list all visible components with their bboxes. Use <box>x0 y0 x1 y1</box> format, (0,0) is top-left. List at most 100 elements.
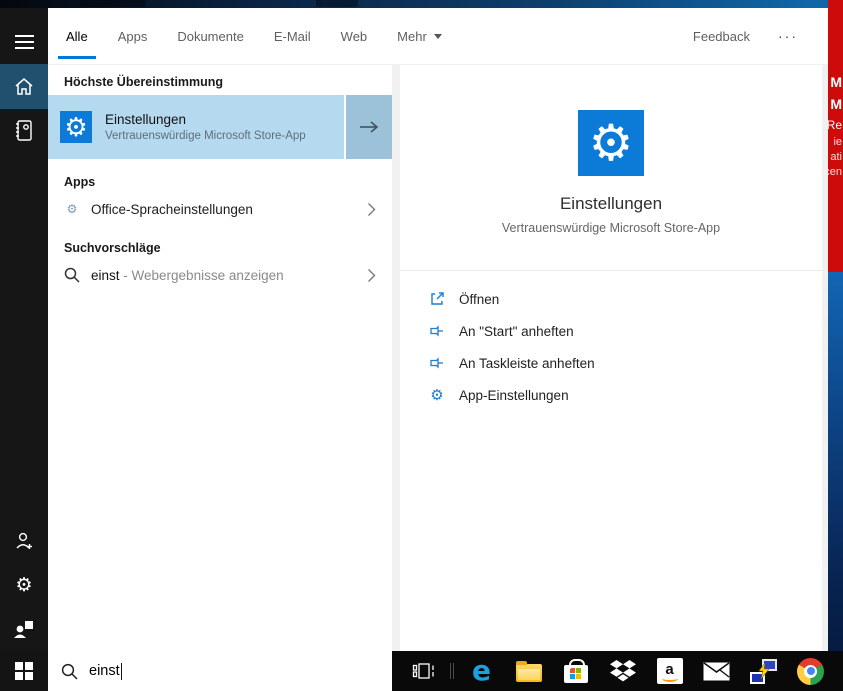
panel-divider <box>392 65 400 651</box>
best-match-result[interactable]: Einstellungen Vertrauenswürdige Microsof… <box>48 95 392 159</box>
pin-icon <box>428 323 446 339</box>
file-explorer-button[interactable] <box>505 651 552 691</box>
windows-logo-icon <box>15 662 33 680</box>
chrome-icon <box>797 657 824 685</box>
journal-icon <box>16 120 32 141</box>
background-window-titlebar <box>0 0 843 8</box>
tab-alle[interactable]: Alle <box>58 8 96 64</box>
open-action[interactable]: Öffnen <box>400 283 822 315</box>
settings-app-tile-large <box>578 110 644 176</box>
file-explorer-icon <box>515 660 542 682</box>
app-settings-action[interactable]: App-Einstellungen <box>400 379 822 411</box>
clipped-text-fragment: M <box>830 96 842 112</box>
search-icon <box>61 663 78 680</box>
action-list: Öffnen An "Start" anheften An Taskleiste… <box>400 283 822 411</box>
preview-panel: Einstellungen Vertrauenswürdige Microsof… <box>400 65 822 651</box>
chevron-right-icon[interactable] <box>367 202 376 217</box>
tab-email[interactable]: E-Mail <box>274 8 311 64</box>
amazon-button[interactable]: a <box>646 651 693 691</box>
preview-subtitle: Vertrauenswürdige Microsoft Store-App <box>501 221 721 235</box>
dropbox-button[interactable] <box>599 651 646 691</box>
expand-result-button[interactable] <box>346 95 392 159</box>
pictures-icon <box>14 621 33 638</box>
tab-mehr[interactable]: Mehr <box>397 8 442 64</box>
background-browser-tab <box>80 0 146 7</box>
background-blue-area <box>828 272 843 651</box>
mail-button[interactable] <box>693 651 740 691</box>
pictures-button[interactable] <box>0 607 48 651</box>
feedback-link[interactable]: Feedback <box>693 29 750 44</box>
office-app-icon <box>63 203 81 215</box>
remote-desktop-button[interactable] <box>740 651 787 691</box>
tab-dokumente[interactable]: Dokumente <box>177 8 243 64</box>
gear-outline-icon <box>428 388 446 403</box>
suggestions-header: Suchvorschläge <box>64 241 161 255</box>
app-result-office-language[interactable]: Office-Spracheinstellungen <box>48 191 392 227</box>
search-filter-tabs: Alle Apps Dokumente E-Mail Web Mehr Feed… <box>48 8 828 65</box>
clipped-text-fragment: ie <box>833 136 842 148</box>
pin-to-start-action[interactable]: An "Start" anheften <box>400 315 822 347</box>
remote-desktop-icon <box>750 658 777 684</box>
taskbar-separator <box>446 651 458 691</box>
start-button[interactable] <box>0 651 48 691</box>
panel-edge <box>822 65 828 651</box>
add-account-icon <box>16 532 32 549</box>
result-title: Einstellungen <box>105 112 187 127</box>
apps-header: Apps <box>64 175 96 189</box>
taskbar-icons: e a <box>402 651 834 691</box>
pin-icon <box>428 355 446 371</box>
arrow-right-icon <box>360 121 379 133</box>
search-flyout: Alle Apps Dokumente E-Mail Web Mehr Feed… <box>48 8 828 651</box>
home-button[interactable] <box>0 64 48 109</box>
result-subtitle: Vertrauenswürdige Microsoft Store-App <box>105 130 306 142</box>
pin-to-taskbar-action[interactable]: An Taskleiste anheften <box>400 347 822 379</box>
hamburger-icon <box>14 35 34 49</box>
divider <box>400 270 822 271</box>
text-cursor <box>120 662 123 680</box>
best-match-main[interactable]: Einstellungen Vertrauenswürdige Microsof… <box>48 95 344 159</box>
taskbar-search-box[interactable]: einst <box>48 651 392 691</box>
journal-button[interactable] <box>0 109 48 153</box>
tab-apps[interactable]: Apps <box>118 8 148 64</box>
chevron-right-icon[interactable] <box>367 268 376 283</box>
gear-icon <box>15 576 32 595</box>
search-icon <box>63 267 81 283</box>
menu-button[interactable] <box>0 20 48 64</box>
clipped-text-fragment: M <box>830 74 842 90</box>
tab-web[interactable]: Web <box>341 8 368 64</box>
web-suggestion-result[interactable]: einst - Webergebnisse anzeigen <box>48 257 392 293</box>
preview-title: Einstellungen <box>559 194 663 213</box>
gear-icon <box>64 114 87 141</box>
search-input-value[interactable]: einst <box>89 663 120 679</box>
best-match-header: Höchste Übereinstimmung <box>64 75 224 89</box>
clipped-text-fragment: Re <box>828 118 842 132</box>
edge-icon: e <box>472 654 491 687</box>
chrome-button[interactable] <box>787 651 834 691</box>
gear-icon <box>589 118 634 168</box>
settings-button[interactable] <box>0 563 48 607</box>
background-browser-tab <box>316 0 358 7</box>
task-view-icon <box>412 663 434 679</box>
edge-button[interactable]: e <box>458 651 505 691</box>
clipped-text-fragment: cen <box>828 166 842 178</box>
task-view-button[interactable] <box>402 651 446 691</box>
taskbar: einst e a <box>0 651 843 691</box>
background-red-area: M M Re ie ati cen <box>828 0 843 272</box>
search-sidebar <box>0 8 48 651</box>
launch-icon <box>428 291 446 307</box>
account-button[interactable] <box>0 519 48 563</box>
mail-icon <box>703 661 730 680</box>
settings-app-tile <box>60 111 92 143</box>
results-panel: Höchste Übereinstimmung Einstellungen Ve… <box>48 65 392 651</box>
clipped-text-fragment: ati <box>830 151 842 163</box>
microsoft-store-button[interactable] <box>552 651 599 691</box>
more-options-button[interactable]: ··· <box>778 28 798 44</box>
background-window-edge: M M Re ie ati cen <box>828 0 843 651</box>
dropbox-icon <box>609 659 636 681</box>
best-match-text: Einstellungen Vertrauenswürdige Microsof… <box>105 112 306 142</box>
microsoft-store-icon <box>563 658 588 683</box>
suggestion-text: einst - Webergebnisse anzeigen <box>91 267 284 283</box>
amazon-icon: a <box>656 658 683 684</box>
chevron-down-icon <box>433 33 442 39</box>
